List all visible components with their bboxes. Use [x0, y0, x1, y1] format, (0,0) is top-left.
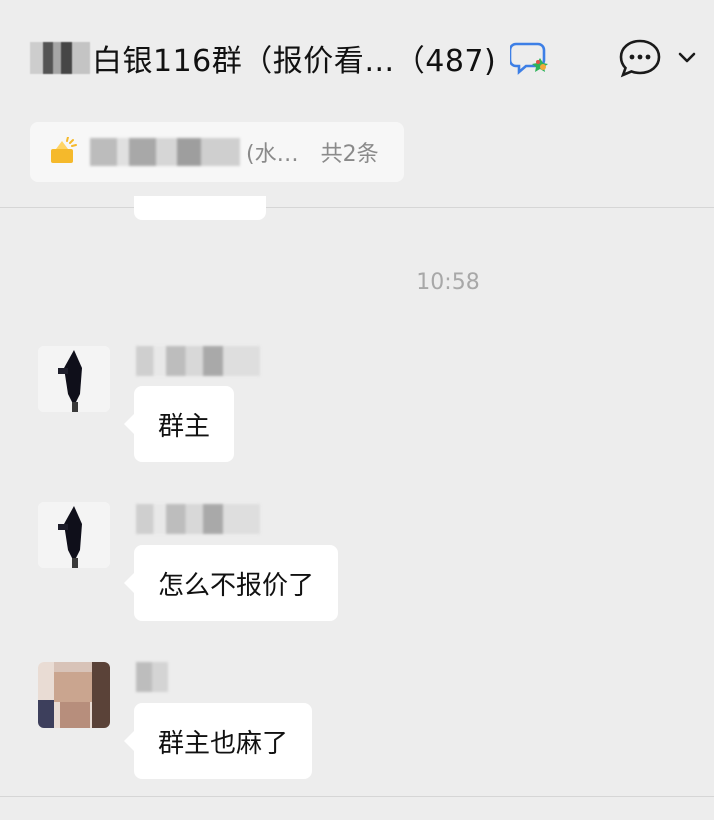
chat-title: 白银116群（报价看…（487)	[92, 44, 497, 79]
message-text: 群主也麻了	[158, 728, 289, 759]
pinned-notice-icon	[51, 137, 77, 163]
avatar[interactable]	[38, 662, 110, 728]
avatar-image	[38, 662, 110, 728]
previous-message-bubble	[134, 196, 266, 220]
pinned-text: (水…	[246, 142, 299, 167]
chat-bubble-icon[interactable]	[618, 38, 662, 78]
chat-title-row[interactable]: 白银116群（报价看…（487)	[30, 36, 550, 80]
avatar-image	[38, 502, 110, 568]
sender-name-redacted	[136, 346, 260, 376]
header-divider	[0, 207, 714, 208]
chevron-down-icon[interactable]	[676, 46, 698, 68]
message-bubble[interactable]: 群主	[123, 386, 235, 462]
sender-name-redacted	[136, 662, 168, 692]
avatar[interactable]	[38, 346, 110, 412]
message-text: 怎么不报价了	[158, 570, 315, 601]
pinned-redacted-text	[90, 138, 240, 166]
pinned-count: 共2条	[320, 142, 379, 167]
title-redacted-prefix	[30, 42, 90, 74]
pinned-notice-bar[interactable]: (水… 共2条	[30, 122, 404, 182]
group-chat-badge-icon	[510, 42, 549, 75]
message-timestamp: 10:58	[416, 270, 480, 295]
message-bubble[interactable]: 怎么不报价了	[123, 545, 339, 621]
avatar-image	[38, 346, 110, 412]
avatar[interactable]	[38, 502, 110, 568]
sender-name-redacted	[136, 504, 260, 534]
input-divider	[0, 796, 714, 797]
message-text: 群主	[158, 411, 211, 442]
chat-header: 白银116群（报价看…（487)	[0, 0, 714, 118]
message-bubble[interactable]: 群主也麻了	[123, 703, 313, 779]
